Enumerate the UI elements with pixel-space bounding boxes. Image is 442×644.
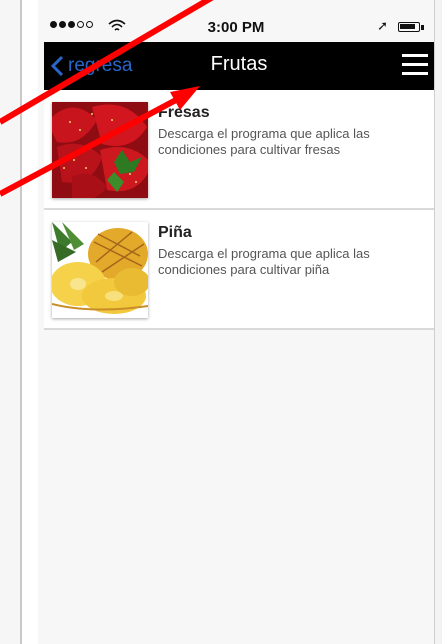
page-left-border xyxy=(0,0,22,644)
hamburger-menu-icon[interactable] xyxy=(402,54,428,76)
pineapple-image xyxy=(52,222,148,318)
battery-cap xyxy=(421,25,424,30)
status-bar: 3:00 PM ➚ xyxy=(38,14,434,42)
list-item-title: Piña xyxy=(158,224,192,241)
location-icon: ➚ xyxy=(377,18,388,33)
fruit-list: Fresas Descarga el programa que aplica l… xyxy=(44,90,434,330)
list-item-fresas[interactable]: Fresas Descarga el programa que aplica l… xyxy=(44,90,434,210)
navigation-bar: regresa Frutas xyxy=(44,42,434,90)
phone-screen: 3:00 PM ➚ regresa Frutas Fresas Descarga… xyxy=(38,0,434,644)
status-time: 3:00 PM xyxy=(207,19,265,36)
battery-icon xyxy=(398,22,420,32)
strawberry-image xyxy=(52,102,148,198)
page-right-border xyxy=(434,0,442,644)
list-item-title: Fresas xyxy=(158,104,210,121)
page-title: Frutas xyxy=(210,53,268,75)
list-item-description: Descarga el programa que aplica las cond… xyxy=(158,246,370,277)
list-item-description: Descarga el programa que aplica las cond… xyxy=(158,126,370,157)
list-item-pina[interactable]: Piña Descarga el programa que aplica las… xyxy=(44,210,434,330)
